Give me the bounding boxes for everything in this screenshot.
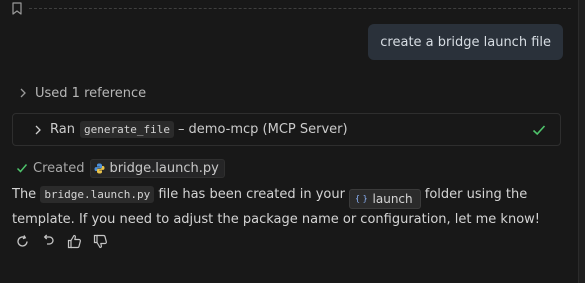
response-text-1: The [12,187,41,202]
chevron-right-icon [32,124,44,136]
tool-call-prefix: Ran [50,122,75,137]
tool-name-code: generate_file [79,121,175,138]
thumbs-down-icon[interactable] [92,233,109,250]
tool-call-row[interactable]: Ran generate_file – demo-mcp (MCP Server… [12,113,561,146]
folder-icon: { } [355,194,367,203]
launch-folder-link[interactable]: { } launch [349,189,421,209]
created-label: Created [33,160,85,176]
used-references-label: Used 1 reference [35,85,147,101]
undo-icon[interactable] [40,233,57,250]
user-message-text: create a bridge launch file [380,34,551,50]
thumbs-up-icon[interactable] [66,233,83,250]
folder-label: launch [372,192,413,206]
created-file-link[interactable]: bridge.launch.py [90,158,225,178]
python-file-icon [94,163,105,174]
created-file-name: bridge.launch.py [109,160,219,176]
response-text-2: file has been created in your [154,187,350,202]
chevron-right-icon [17,87,29,99]
bookmark-icon[interactable] [11,1,23,15]
check-icon [531,122,547,138]
user-message-bubble: create a bridge launch file [368,24,563,60]
tool-server-label: demo-mcp (MCP Server) [188,122,348,137]
response-actions [14,233,109,250]
dashed-divider [29,8,571,9]
assistant-response: The bridge.launch.py file has been creat… [12,184,567,231]
file-name-code: bridge.launch.py [40,186,155,203]
right-scroll-edge [578,0,585,283]
tool-call-separator: – [178,122,185,137]
created-file-row: Created bridge.launch.py [16,158,225,178]
top-divider-row [11,0,571,16]
retry-icon[interactable] [14,233,31,250]
used-references-toggle[interactable]: Used 1 reference [17,84,146,102]
check-icon [16,162,28,174]
